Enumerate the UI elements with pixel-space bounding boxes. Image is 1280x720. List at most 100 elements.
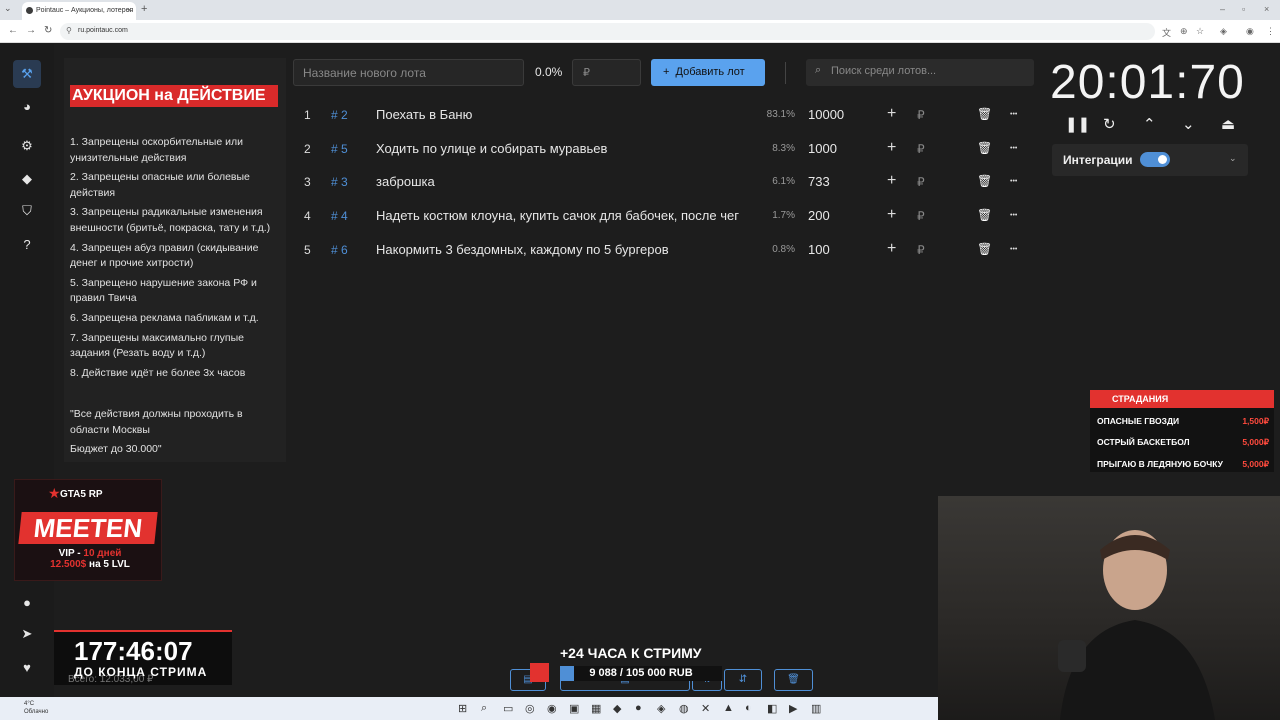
lot-row: 4 # 4 Надеть костюм клоуна, купить сачок д… <box>293 200 1035 234</box>
double-up-icon[interactable]: ⏏ <box>1221 115 1235 133</box>
more-icon[interactable]: ••• <box>1010 212 1017 219</box>
browser-tab[interactable]: Pointauc – Аукционы, лотерея × <box>22 2 136 20</box>
chevron-down-icon[interactable]: ⌄ <box>1182 115 1195 133</box>
restart-icon[interactable]: ↻ <box>1103 115 1116 133</box>
lot-name[interactable]: Поехать в Баню <box>376 107 756 122</box>
app-icon[interactable]: ✕ <box>701 702 710 715</box>
gear-icon[interactable]: ⚙ <box>13 132 41 160</box>
bookmark-icon[interactable]: ☆ <box>1196 26 1204 37</box>
lot-amount[interactable]: 733 <box>808 174 830 189</box>
trash-icon[interactable]: 🗑 <box>977 208 992 222</box>
close-window-icon[interactable]: × <box>1264 4 1269 14</box>
integrations-panel[interactable]: Интеграции ⌄ <box>1052 144 1248 176</box>
extensions-icon[interactable]: ◈ <box>1220 26 1227 37</box>
trash-icon[interactable]: 🗑 <box>977 174 992 188</box>
new-tab-icon[interactable]: + <box>141 3 147 15</box>
clear-lots-button[interactable]: 🗑 <box>774 669 813 691</box>
chrome-icon[interactable]: ◉ <box>547 702 557 715</box>
taskbar-search-icon[interactable]: ⌕ <box>481 702 487 715</box>
more-icon[interactable]: ••• <box>1010 246 1017 253</box>
trash-icon[interactable]: 🗑 <box>977 141 992 155</box>
lot-name[interactable]: заброшка <box>376 174 756 189</box>
steam-icon[interactable]: ◍ <box>679 702 689 715</box>
lot-name[interactable]: Накормить 3 бездомных, каждому по 5 бург… <box>376 242 756 257</box>
lot-id[interactable]: # 3 <box>331 175 348 189</box>
more-icon[interactable]: ••• <box>1010 178 1017 185</box>
sort-order-button[interactable]: ⇵ <box>724 669 762 691</box>
lot-name[interactable]: Ходить по улице и собирать муравьев <box>376 141 756 156</box>
app-icon[interactable]: ▶ <box>789 702 797 715</box>
add-amount-icon[interactable]: + <box>887 139 896 157</box>
lot-id[interactable]: # 5 <box>331 142 348 156</box>
app-icon[interactable]: ◧ <box>767 702 777 715</box>
rule-item: 5. Запрещено нарушение закона РФ и прави… <box>70 276 257 305</box>
shield-icon[interactable]: ⛉ <box>13 197 41 225</box>
rule-item: 1. Запрещены оскорбительные или унизител… <box>70 136 243 164</box>
weather-widget[interactable]: 4°C Облачно <box>24 700 48 716</box>
search-placeholder: Поиск среди лотов... <box>831 65 937 77</box>
lot-amount[interactable]: 100 <box>808 242 830 257</box>
wheel-icon[interactable]: ◕ <box>13 92 41 120</box>
chevron-down-icon[interactable]: ⌄ <box>1229 153 1237 164</box>
lot-id[interactable]: # 6 <box>331 243 348 257</box>
star-icon: ★ <box>48 485 61 501</box>
goal-progress-bar: 9 088 / 105 000 RUB <box>560 666 722 681</box>
trash-icon[interactable]: 🗑 <box>977 242 992 256</box>
add-amount-icon[interactable]: + <box>887 240 896 258</box>
app-icon[interactable]: ◐ <box>745 702 752 714</box>
forward-icon[interactable]: → <box>26 25 36 36</box>
pause-icon[interactable]: ❚❚ <box>1065 115 1090 133</box>
reload-icon[interactable]: ↻ <box>44 25 52 36</box>
lot-search-input[interactable]: ⌕ Поиск среди лотов... <box>806 59 1034 86</box>
start-icon[interactable]: ⊞ <box>458 702 467 715</box>
app-icon[interactable]: ▲ <box>723 702 734 714</box>
rules-list: 1. Запрещены оскорбительные или унизител… <box>70 135 280 385</box>
zoom-icon[interactable]: ⊕ <box>1180 26 1188 37</box>
browser-menu-icon[interactable]: ⋮ <box>1266 26 1275 37</box>
close-tab-icon[interactable]: × <box>127 5 132 15</box>
lot-amount[interactable]: 1000 <box>808 141 837 156</box>
more-icon[interactable]: ••• <box>1010 111 1017 118</box>
telegram-icon[interactable]: ➤ <box>13 620 41 648</box>
terminal-icon[interactable]: ▣ <box>569 702 579 715</box>
explorer-icon[interactable]: ▭ <box>503 702 513 715</box>
rules-budget: Бюджет до 30.000" <box>70 443 162 455</box>
lot-amount[interactable]: 200 <box>808 208 830 223</box>
translate-icon[interactable]: 文 <box>1162 26 1171 39</box>
trash-icon[interactable]: 🗑 <box>977 107 992 121</box>
lot-id[interactable]: # 4 <box>331 209 348 223</box>
help-icon[interactable]: ? <box>13 230 41 258</box>
store-icon[interactable]: ▦ <box>591 702 601 715</box>
discord-icon[interactable]: ● <box>635 702 642 714</box>
app-icon[interactable]: ◆ <box>613 702 621 715</box>
more-icon[interactable]: ••• <box>1010 145 1017 152</box>
add-amount-icon[interactable]: + <box>887 206 896 224</box>
obs-icon[interactable]: ◎ <box>525 702 535 715</box>
lot-name[interactable]: Надеть костюм клоуна, купить сачок для б… <box>376 208 756 223</box>
minimize-icon[interactable]: – <box>1220 4 1225 14</box>
add-lot-button[interactable]: + Добавить лот <box>651 59 765 86</box>
chevron-up-icon[interactable]: ⌃ <box>1143 115 1156 133</box>
lot-percent: 1.7% <box>772 210 795 222</box>
rule-item: 2. Запрещены опасные или болевые действи… <box>70 171 250 199</box>
url-field[interactable]: ⚲ ru.pointauc.com <box>60 23 1155 40</box>
tab-list-icon[interactable]: ⌄ <box>4 3 12 14</box>
auction-hammer-icon[interactable]: ⚒ <box>13 60 41 88</box>
app-icon[interactable]: ▥ <box>811 702 821 715</box>
add-amount-icon[interactable]: + <box>887 172 896 190</box>
github-icon[interactable]: ● <box>13 588 41 616</box>
app-icon[interactable]: ◈ <box>657 702 665 715</box>
new-lot-input[interactable]: Название нового лота <box>293 59 524 86</box>
integrations-toggle[interactable] <box>1140 152 1170 167</box>
lot-id[interactable]: # 2 <box>331 108 348 122</box>
new-lot-amount-input[interactable]: ₽ <box>572 59 641 86</box>
profile-icon[interactable]: ◉ <box>1246 26 1254 37</box>
toolbar-divider <box>785 62 786 84</box>
maximize-icon[interactable]: ▫ <box>1242 4 1245 14</box>
site-info-icon[interactable]: ⚲ <box>66 26 72 35</box>
donate-icon[interactable]: ♥ <box>13 653 41 681</box>
layers-icon[interactable]: ◆ <box>13 165 41 193</box>
lot-amount[interactable]: 10000 <box>808 107 844 122</box>
back-icon[interactable]: ← <box>8 25 18 36</box>
add-amount-icon[interactable]: + <box>887 105 896 123</box>
